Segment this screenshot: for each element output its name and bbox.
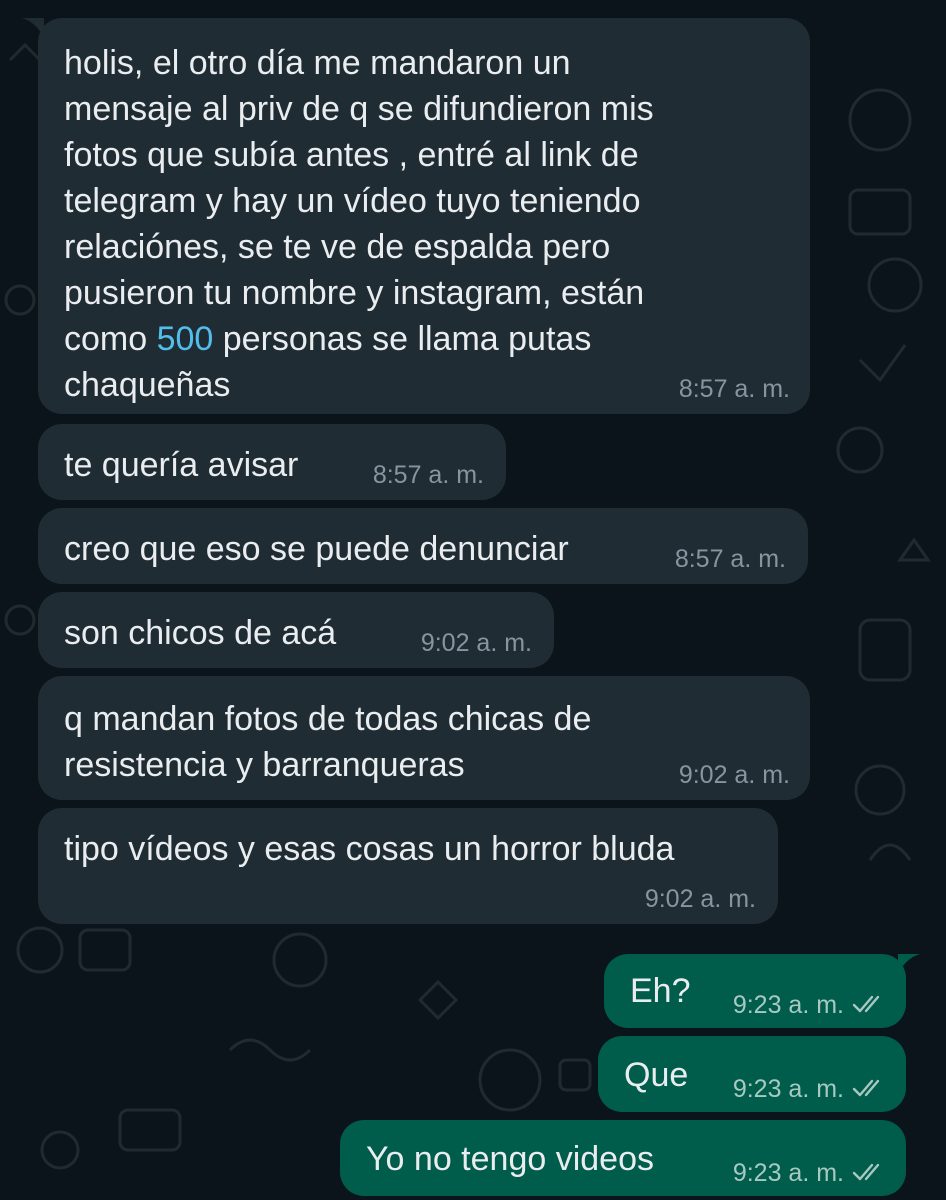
message-timestamp: 9:02 a. m. [644, 885, 756, 913]
chat-window: holis, el otro día me mandaron un mensaj… [0, 0, 946, 1200]
message-timestamp: 8:57 a. m. [372, 461, 484, 489]
message-timestamp: 8:57 a. m. [674, 545, 786, 573]
message-timestamp: 9:23 a. m. [733, 990, 886, 1020]
message-time: 9:23 a. m. [732, 1159, 844, 1187]
bubble-tail [898, 954, 920, 974]
incoming-message[interactable]: q mandan fotos de todas chicas de resist… [38, 676, 810, 800]
incoming-message[interactable]: te quería avisar 8:57 a. m. [38, 424, 506, 500]
message-text: holis, el otro día me mandaron un mensaj… [64, 44, 654, 404]
message-text: q mandan fotos de todas chicas de resist… [64, 700, 592, 784]
incoming-message[interactable]: creo que eso se puede denunciar 8:57 a. … [38, 508, 808, 584]
read-double-check-icon [852, 1079, 880, 1097]
message-timestamp: 9:23 a. m. [733, 1158, 886, 1188]
message-timestamp: 9:23 a. m. [733, 1074, 886, 1104]
bubble-tail [22, 18, 44, 38]
highlighted-number: 500 [156, 320, 214, 358]
message-timestamp: 9:02 a. m. [420, 629, 532, 657]
incoming-message[interactable]: holis, el otro día me mandaron un mensaj… [38, 18, 810, 414]
read-double-check-icon [852, 995, 880, 1013]
message-text: tipo vídeos y esas cosas un horror bluda [64, 830, 675, 868]
incoming-message[interactable]: son chicos de acá 9:02 a. m. [38, 592, 554, 668]
incoming-message[interactable]: tipo vídeos y esas cosas un horror bluda… [38, 808, 778, 924]
message-time: 9:23 a. m. [732, 1075, 844, 1103]
message-timestamp: 9:02 a. m. [678, 761, 790, 789]
outgoing-message[interactable]: Que 9:23 a. m. [598, 1036, 906, 1112]
message-timestamp: 8:57 a. m. [678, 375, 790, 403]
outgoing-message[interactable]: Yo no tengo videos 9:23 a. m. [340, 1120, 906, 1196]
outgoing-message[interactable]: Eh? 9:23 a. m. [604, 954, 906, 1028]
message-time: 9:23 a. m. [732, 991, 844, 1019]
read-double-check-icon [852, 1163, 880, 1181]
